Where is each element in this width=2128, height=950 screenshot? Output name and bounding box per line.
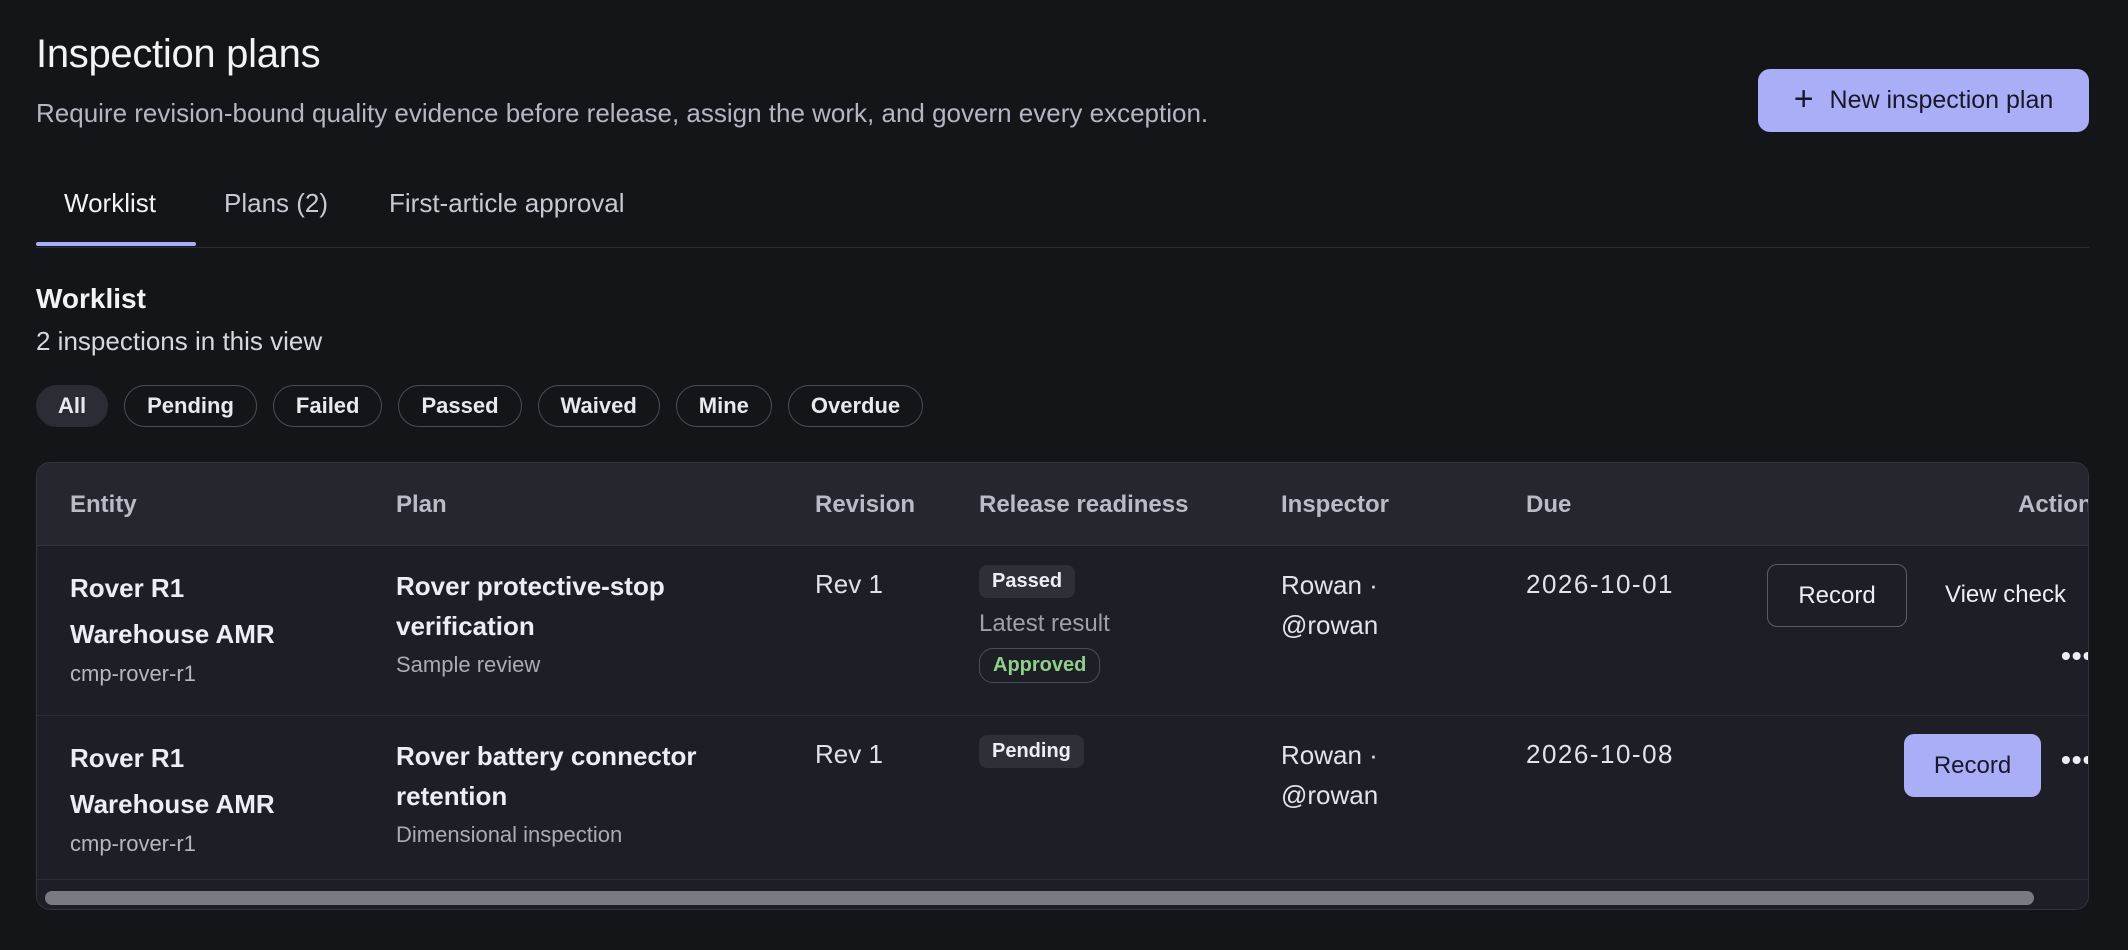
- tab-first-article-approval[interactable]: First-article approval: [389, 188, 625, 219]
- tab-bar: Worklist Plans (2) First-article approva…: [36, 170, 2089, 248]
- table-row: Rover R1 Warehouse AMR cmp-rover-r1 Rove…: [37, 545, 2088, 716]
- plan-type: Sample review: [396, 652, 541, 677]
- due-date: 2026-10-08: [1526, 739, 1674, 769]
- revision: Rev 1: [815, 569, 883, 599]
- filter-failed[interactable]: Failed: [272, 385, 383, 427]
- new-inspection-plan-button[interactable]: + New inspection plan: [1758, 69, 2089, 132]
- release-readiness-cell: Passed Latest result Approved: [979, 565, 1110, 683]
- entity-name[interactable]: Rover R1 Warehouse AMR: [70, 735, 330, 827]
- plan-type: Dimensional inspection: [396, 822, 623, 847]
- active-tab-indicator: [36, 242, 196, 246]
- scrollbar-thumb[interactable]: [45, 891, 2034, 905]
- inspector: Rowan · @rowan: [1281, 740, 1379, 810]
- filter-passed[interactable]: Passed: [398, 385, 522, 427]
- table-row: Rover R1 Warehouse AMR cmp-rover-r1 Rove…: [37, 715, 2088, 879]
- revision: Rev 1: [815, 739, 883, 769]
- filter-chips: All Pending Failed Passed Waived Mine Ov…: [36, 385, 924, 427]
- entity-cell: Rover R1 Warehouse AMR cmp-rover-r1: [70, 565, 330, 687]
- entity-cell: Rover R1 Warehouse AMR cmp-rover-r1: [70, 735, 330, 857]
- horizontal-scrollbar[interactable]: [37, 879, 2088, 909]
- more-actions-icon[interactable]: •••: [2061, 640, 2088, 672]
- filter-waived[interactable]: Waived: [537, 385, 660, 427]
- worklist-title: Worklist: [36, 283, 146, 314]
- record-button[interactable]: Record: [1767, 564, 1907, 627]
- tab-worklist[interactable]: Worklist: [64, 188, 156, 219]
- tab-plans[interactable]: Plans (2): [224, 188, 328, 219]
- column-revision: Revision: [815, 491, 916, 518]
- new-inspection-plan-label: New inspection plan: [1829, 86, 2054, 114]
- plan-name[interactable]: Rover battery connector retention: [396, 736, 756, 816]
- plan-name[interactable]: Rover protective-stop verification: [396, 566, 756, 646]
- more-actions-icon[interactable]: •••: [2061, 744, 2088, 776]
- filter-mine[interactable]: Mine: [675, 385, 772, 427]
- column-inspector: Inspector: [1281, 491, 1390, 518]
- latest-result-label: Latest result: [979, 610, 1110, 637]
- approval-badge: Approved: [979, 648, 1101, 683]
- inspections-table: Entity Plan Revision Release readiness I…: [36, 462, 2089, 910]
- worklist-count: 2 inspections in this view: [36, 326, 323, 356]
- filter-overdue[interactable]: Overdue: [787, 385, 924, 427]
- page-subtitle: Require revision-bound quality evidence …: [36, 98, 1209, 128]
- column-actions: Actions: [2018, 491, 2088, 518]
- filter-all[interactable]: All: [36, 385, 109, 427]
- column-entity: Entity: [70, 491, 137, 518]
- plus-icon: +: [1793, 80, 1814, 118]
- table-header: Entity Plan Revision Release readiness I…: [37, 463, 2088, 546]
- entity-id: cmp-rover-r1: [70, 831, 196, 856]
- plan-cell: Rover battery connector retention Dimens…: [396, 736, 756, 848]
- entity-name[interactable]: Rover R1 Warehouse AMR: [70, 565, 330, 657]
- status-badge: Pending: [979, 735, 1084, 768]
- status-badge: Passed: [979, 565, 1076, 598]
- filter-pending[interactable]: Pending: [124, 385, 257, 427]
- view-check-button[interactable]: View check: [1945, 581, 2066, 609]
- due-date: 2026-10-01: [1526, 569, 1674, 599]
- record-button[interactable]: Record: [1904, 734, 2041, 797]
- release-readiness-cell: Pending: [979, 735, 1084, 768]
- column-due: Due: [1526, 491, 1572, 518]
- column-release-readiness: Release readiness: [979, 491, 1189, 518]
- plan-cell: Rover protective-stop verification Sampl…: [396, 566, 756, 678]
- inspector: Rowan · @rowan: [1281, 570, 1379, 640]
- page-title: Inspection plans: [36, 32, 321, 76]
- column-plan: Plan: [396, 491, 447, 518]
- entity-id: cmp-rover-r1: [70, 661, 196, 686]
